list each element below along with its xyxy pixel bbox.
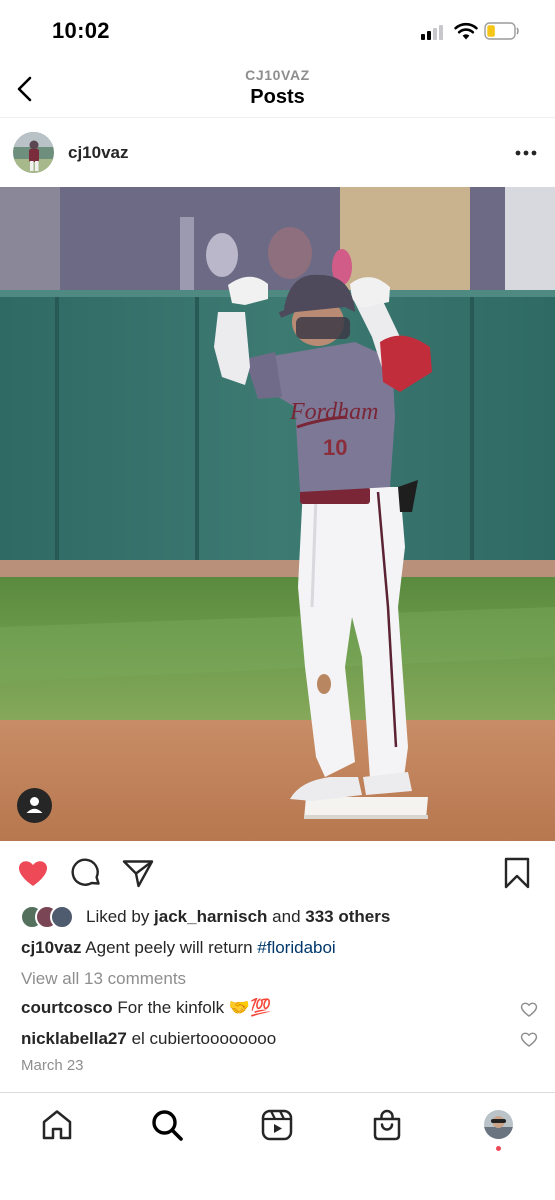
likes-summary: Liked by jack_harnisch and 333 others <box>86 907 391 926</box>
comment-like-icon[interactable] <box>520 1031 538 1047</box>
more-icon[interactable] <box>512 143 540 163</box>
profile-tab-avatar[interactable] <box>484 1110 513 1139</box>
tagged-people-icon[interactable] <box>17 788 52 823</box>
post-image[interactable]: Fordham 10 <box>0 187 555 841</box>
post-header: cj10vaz <box>0 119 555 187</box>
jersey-script: Fordham <box>289 399 378 425</box>
caption-hashtag[interactable]: #floridaboi <box>257 938 335 957</box>
home-icon[interactable] <box>40 1108 74 1142</box>
caption-username[interactable]: cj10vaz <box>21 938 82 957</box>
notification-dot <box>496 1146 501 1151</box>
nav-subtitle: CJ10VAZ <box>245 67 310 83</box>
post-actions <box>0 841 555 903</box>
comment-username[interactable]: courtcosco <box>21 998 113 1017</box>
nav-header: CJ10VAZ Posts <box>0 62 555 118</box>
comment-like-icon[interactable] <box>520 1001 538 1017</box>
save-icon[interactable] <box>500 856 534 890</box>
reels-icon[interactable] <box>260 1108 294 1142</box>
page-title: Posts <box>250 86 305 108</box>
shop-icon[interactable] <box>370 1108 404 1142</box>
view-all-comments-link[interactable]: View all 13 comments <box>21 969 186 989</box>
battery-icon <box>484 22 519 40</box>
search-icon[interactable] <box>150 1108 184 1142</box>
caption-text: Agent peely will return <box>81 938 258 957</box>
bottom-tab-bar <box>0 1092 555 1200</box>
liker-avatars <box>20 905 80 929</box>
jersey-number: 10 <box>323 435 347 460</box>
comment-item: nicklabella27 el cubiertoooooooo <box>21 1029 276 1049</box>
comment-username[interactable]: nicklabella27 <box>21 1029 127 1048</box>
post-date: March 23 <box>21 1057 84 1074</box>
status-time: 10:02 <box>52 18 110 43</box>
post-caption: cj10vaz Agent peely will return #florida… <box>21 938 336 958</box>
signal-icon <box>421 24 447 40</box>
liked-by-user[interactable]: jack_harnisch <box>154 907 267 926</box>
comment-icon[interactable] <box>69 856 103 890</box>
comment-text: For the kinfolk 🤝💯 <box>112 998 272 1017</box>
heart-icon[interactable] <box>16 856 50 890</box>
wifi-icon <box>454 22 478 40</box>
post-username[interactable]: cj10vaz <box>68 143 129 163</box>
status-bar: 10:02 <box>0 0 555 62</box>
comment-item: courtcosco For the kinfolk 🤝💯 <box>21 998 271 1018</box>
share-icon[interactable] <box>121 856 155 890</box>
likes-row[interactable]: Liked by jack_harnisch and 333 others <box>0 903 555 931</box>
avatar[interactable] <box>13 132 54 173</box>
comment-text: el cubiertoooooooo <box>126 1029 277 1048</box>
likes-others[interactable]: 333 others <box>305 907 390 926</box>
